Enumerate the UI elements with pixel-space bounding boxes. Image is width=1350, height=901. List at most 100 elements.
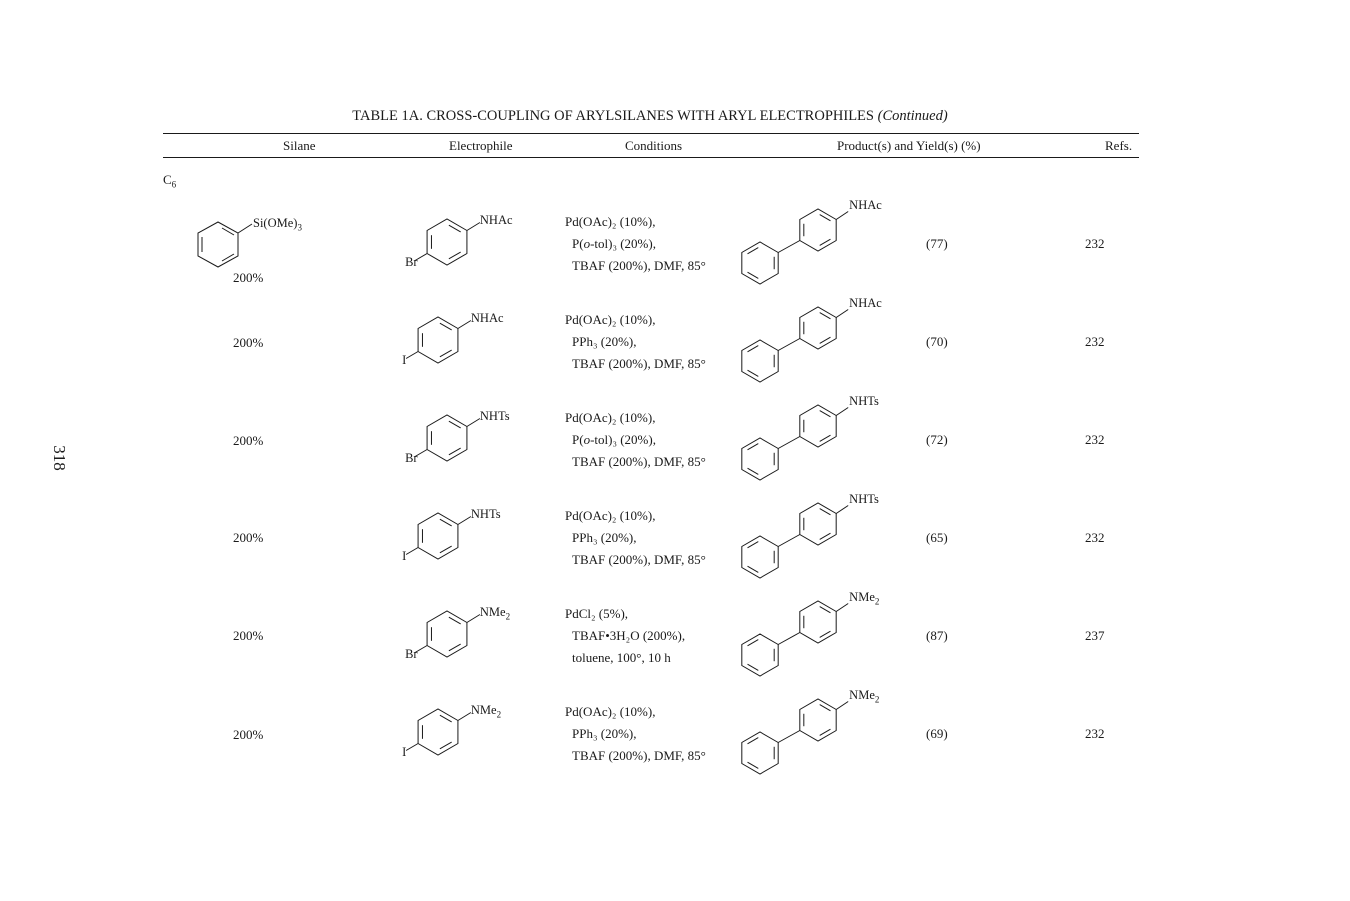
electrophile-group: NHAc <box>480 213 513 228</box>
group-bond <box>466 614 481 623</box>
biaryl-bond <box>777 240 801 253</box>
conditions: Pd(OAc)₂ (10%), PPh₃ (20%), TBAF (200%), D… <box>565 505 706 571</box>
electrophile-halogen: I <box>402 744 407 759</box>
product-ring-a <box>741 633 779 677</box>
electrophile-halogen: Br <box>405 254 418 269</box>
section-label: C6 <box>163 172 176 190</box>
electrophile-ring <box>417 512 459 560</box>
biaryl-bond <box>777 436 801 449</box>
yield: (65) <box>926 530 948 545</box>
electrophile-group: NHTs <box>471 507 501 522</box>
product-group-bond <box>835 603 849 612</box>
header-bottom-rule <box>163 157 1139 158</box>
table-title: TABLE 1A. CROSS-COUPLING OF ARYLSILANES … <box>0 108 1300 125</box>
conditions: Pd(OAc)₂ (10%), PPh₃ (20%), TBAF (200%), D… <box>565 701 706 767</box>
section-subscript: 6 <box>171 179 177 190</box>
electrophile-halogen: Br <box>405 646 418 661</box>
electrophile-group: NMe2 <box>480 605 510 622</box>
conditions-line: TBAF (200%), DMF, 85° <box>572 356 706 371</box>
silane-substituent-sub: 3 <box>297 222 302 233</box>
electrophile-group: NHTs <box>480 409 510 424</box>
biaryl-bond <box>777 338 801 351</box>
product-group-text: NHAc <box>849 197 882 212</box>
product-ring-b <box>799 306 837 350</box>
electrophile-group-subscript: 2 <box>505 611 511 621</box>
product-group-text: NMe <box>849 687 875 702</box>
product-group-bond <box>835 701 849 710</box>
product-ring-b <box>799 698 837 742</box>
conditions-line: Pd(OAc)₂ (10%), <box>565 704 656 719</box>
header-electrophile: Electrophile <box>449 138 513 153</box>
conditions-line: TBAF (200%), DMF, 85° <box>572 454 706 469</box>
conditions-line: Pd(OAc)₂ (10%), <box>565 508 656 523</box>
silane-substituent-text: Si(OMe) <box>253 216 298 230</box>
conditions-italic: o <box>583 236 591 251</box>
yield: (69) <box>926 726 948 741</box>
electrophile-ring <box>417 316 459 364</box>
header-products: Product(s) and Yield(s) (%) <box>837 138 981 153</box>
conditions-line: Pd(OAc)₂ (10%), <box>565 312 656 327</box>
product-group-text: NHAc <box>849 295 882 310</box>
product-ring-b <box>799 600 837 644</box>
reference: 232 <box>1085 530 1105 545</box>
reference: 232 <box>1085 432 1105 447</box>
conditions-line: TBAF•3H₂O (200%), <box>572 628 686 643</box>
conditions: PdCl₂ (5%), TBAF•3H₂O (200%), toluene, 100… <box>565 603 685 669</box>
reference: 232 <box>1085 334 1105 349</box>
yield: (77) <box>926 236 948 251</box>
conditions-line: PPh₃ (20%), <box>572 530 637 545</box>
conditions-line: TBAF (200%), DMF, 85° <box>572 748 706 763</box>
electrophile-group-text: NHTs <box>470 506 501 521</box>
product-group-bond <box>835 407 849 416</box>
biaryl-bond <box>777 534 801 547</box>
silane-amount: 200% <box>233 335 264 350</box>
conditions-line: toluene, 100°, 10 h <box>572 650 671 665</box>
electrophile-ring <box>426 610 468 658</box>
silane-substituent: Si(OMe)3 <box>253 216 302 233</box>
product-group-text: NMe <box>849 589 875 604</box>
group-bond <box>466 418 481 427</box>
silane-amount: 200% <box>233 530 264 545</box>
si-bond <box>237 223 253 234</box>
electrophile-group-subscript: 2 <box>496 709 502 719</box>
electrophile-group-text: NHAc <box>479 212 513 227</box>
product-group: NHAc <box>849 198 882 213</box>
conditions-line: PdCl₂ (5%), <box>565 606 629 621</box>
reference: 237 <box>1085 628 1105 643</box>
header-refs: Refs. <box>1105 138 1133 153</box>
header-conditions: Conditions <box>625 138 683 153</box>
conditions-line: P(o-tol)₃ (20%), <box>572 432 656 447</box>
product-ring-a <box>741 535 779 579</box>
group-bond <box>457 516 472 525</box>
halogen-bond <box>405 351 419 359</box>
conditions: Pd(OAc)₂ (10%), P(o-tol)₃ (20%), TBAF (200… <box>565 407 706 473</box>
conditions-line: TBAF (200%), DMF, 85° <box>572 552 706 567</box>
group-bond <box>457 320 472 329</box>
electrophile-ring <box>426 414 468 462</box>
table-title-continued: (Continued) <box>877 108 948 124</box>
product-ring-a <box>741 731 779 775</box>
product-ring-a <box>741 339 779 383</box>
table-title-main: TABLE 1A. CROSS-COUPLING OF ARYLSILANES … <box>352 108 874 124</box>
reference: 232 <box>1085 236 1105 251</box>
conditions-line: PPh₃ (20%), <box>572 334 637 349</box>
biaryl-bond <box>777 632 801 645</box>
page-number: 318 <box>49 445 69 471</box>
conditions: Pd(OAc)₂ (10%), P(o-tol)₃ (20%), TBAF (200… <box>565 211 706 277</box>
electrophile-group-text: NMe <box>479 604 506 619</box>
product-group-text: NHTs <box>849 491 879 506</box>
product-group: NMe2 <box>849 590 879 607</box>
yield: (70) <box>926 334 948 349</box>
electrophile-halogen: Br <box>405 450 418 465</box>
electrophile-group-text: NMe <box>470 702 497 717</box>
product-ring-b <box>799 208 837 252</box>
silane-amount: 200% <box>233 628 264 643</box>
conditions-line: P(o-tol)₃ (20%), <box>572 236 656 251</box>
group-bond <box>457 712 472 721</box>
product-ring-b <box>799 404 837 448</box>
benzene-ring <box>197 221 239 268</box>
conditions-line: TBAF (200%), DMF, 85° <box>572 258 706 273</box>
halogen-bond <box>405 547 419 555</box>
conditions: Pd(OAc)₂ (10%), PPh₃ (20%), TBAF (200%), D… <box>565 309 706 375</box>
product-group-subscript: 2 <box>874 596 880 606</box>
